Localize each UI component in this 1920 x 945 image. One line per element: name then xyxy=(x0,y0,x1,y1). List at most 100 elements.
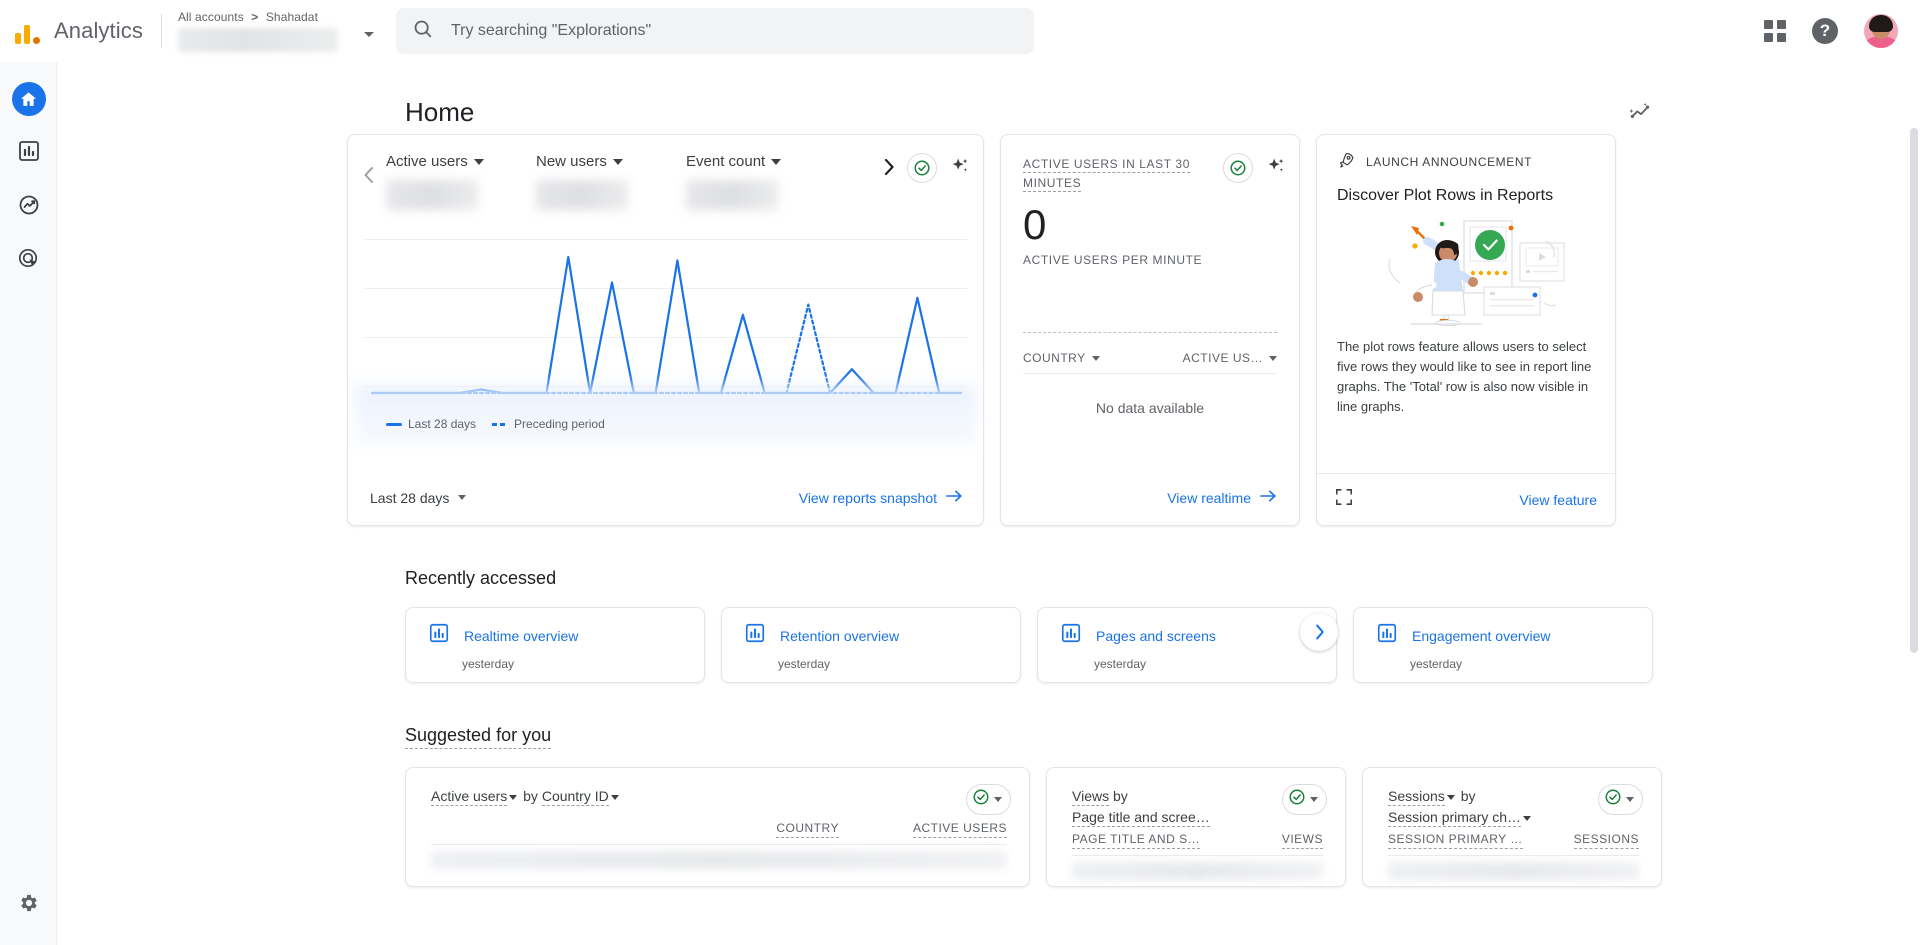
chevron-down-icon[interactable] xyxy=(612,158,623,165)
suggested-dimension[interactable]: Session primary ch… xyxy=(1388,809,1522,827)
list-item[interactable]: Retention overview yesterday xyxy=(721,607,1021,683)
metric-label-text: New users xyxy=(536,153,607,170)
announcement-footer: View feature xyxy=(1317,473,1615,525)
arrow-right-icon xyxy=(946,489,963,506)
list-item-label[interactable]: Engagement overview xyxy=(1412,628,1551,644)
suggested-by-text: by xyxy=(523,788,538,804)
apps-grid-icon[interactable] xyxy=(1764,19,1786,42)
suggested-by-text: by xyxy=(1112,788,1128,804)
chart-legend: Last 28 days Preceding period xyxy=(386,417,605,431)
link-label: View realtime xyxy=(1167,489,1251,506)
suggested-dimension[interactable]: Country ID xyxy=(541,788,609,806)
realtime-column-country[interactable]: COUNTRY xyxy=(1023,351,1100,365)
sparkle-icon[interactable] xyxy=(949,155,971,182)
column-header-page-title[interactable]: PAGE TITLE AND S… xyxy=(1072,832,1201,849)
breadcrumb-account-name[interactable]: Shahadat xyxy=(266,10,318,24)
legend-swatch-dashed xyxy=(492,422,509,426)
view-feature-link[interactable]: View feature xyxy=(1519,492,1597,508)
metrics-prev-button[interactable] xyxy=(352,153,386,197)
insights-sparkle-icon[interactable] xyxy=(1618,90,1662,134)
realtime-empty-state: No data available xyxy=(1095,400,1205,416)
chevron-down-icon[interactable] xyxy=(1626,797,1634,802)
vertical-scrollbar[interactable] xyxy=(1910,128,1918,653)
realtime-column-active-users[interactable]: ACTIVE US… xyxy=(1183,351,1277,365)
account-selector[interactable]: All accounts > Shahadat xyxy=(177,10,374,52)
suggested-metric[interactable]: Active users xyxy=(431,788,508,806)
column-header-views[interactable]: VIEWS xyxy=(1281,832,1323,849)
metrics-next-button[interactable] xyxy=(881,155,897,184)
suggested-card-menu[interactable] xyxy=(1282,784,1327,815)
column-header-active-users[interactable]: ACTIVE USERS xyxy=(912,821,1007,838)
chevron-down-icon[interactable] xyxy=(1523,815,1532,821)
sidebar-item-explore[interactable] xyxy=(0,183,57,231)
sidebar-item-advertising[interactable] xyxy=(0,237,57,285)
list-item-label[interactable]: Pages and screens xyxy=(1096,628,1216,644)
suggested-dimension[interactable]: Page title and scree… xyxy=(1072,809,1210,827)
realtime-sub-label: ACTIVE USERS PER MINUTE xyxy=(1023,253,1203,267)
chevron-down-icon[interactable] xyxy=(458,495,467,500)
search-bar[interactable] xyxy=(395,7,1034,54)
breadcrumb: All accounts > Shahadat xyxy=(178,10,368,24)
account-property-name-redacted xyxy=(177,27,338,52)
chevron-down-icon[interactable] xyxy=(1269,355,1277,361)
column-header-sessions[interactable]: SESSIONS xyxy=(1573,832,1639,849)
list-item-label[interactable]: Retention overview xyxy=(780,628,899,644)
suggested-card-active-users-by-country: Active users by Country ID COUNTRY ACTIV… xyxy=(405,767,1030,887)
suggested-card-menu[interactable] xyxy=(1598,784,1643,815)
realtime-metric-label[interactable]: ACTIVE USERS IN LAST 30 MINUTES xyxy=(1023,157,1190,192)
column-header-country[interactable]: COUNTRY xyxy=(776,821,839,838)
recently-accessed-next-button[interactable] xyxy=(1300,613,1338,651)
metric-active-users-label[interactable]: Active users xyxy=(386,153,484,170)
announcement-kicker-text: LAUNCH ANNOUNCEMENT xyxy=(1366,155,1533,169)
suggested-by-text: by xyxy=(1460,788,1476,804)
chevron-down-icon[interactable] xyxy=(473,158,484,165)
list-item[interactable]: Engagement overview yesterday xyxy=(1353,607,1653,683)
chevron-down-icon[interactable] xyxy=(1091,355,1100,361)
suggested-metric[interactable]: Views xyxy=(1072,788,1110,806)
breadcrumb-all-accounts[interactable]: All accounts xyxy=(178,10,244,24)
metric-new-users[interactable]: New users xyxy=(536,153,686,210)
sparkle-icon[interactable] xyxy=(1265,155,1287,182)
chevron-down-icon[interactable] xyxy=(509,794,518,800)
expand-icon[interactable] xyxy=(1335,488,1353,511)
chevron-down-icon[interactable] xyxy=(771,158,782,165)
chevron-down-icon[interactable] xyxy=(994,797,1002,802)
sidebar-item-home[interactable] xyxy=(0,75,57,123)
list-item[interactable]: Realtime overview yesterday xyxy=(405,607,705,683)
chevron-down-icon[interactable] xyxy=(1446,794,1455,800)
suggested-table-header: COUNTRY ACTIVE USERS xyxy=(431,821,1007,844)
metric-active-users[interactable]: Active users xyxy=(386,153,536,210)
view-realtime-link[interactable]: View realtime xyxy=(1167,489,1277,506)
sidebar-item-reports[interactable] xyxy=(0,129,57,177)
help-icon[interactable]: ? xyxy=(1812,17,1838,44)
chevron-down-icon[interactable] xyxy=(363,31,374,37)
avatar[interactable] xyxy=(1864,13,1898,48)
list-item[interactable]: Pages and screens yesterday xyxy=(1037,607,1337,683)
view-reports-snapshot-link[interactable]: View reports snapshot xyxy=(799,489,963,506)
check-circle-icon xyxy=(1288,788,1306,811)
metric-event-count[interactable]: Event count xyxy=(686,153,836,210)
report-icon xyxy=(1376,622,1398,649)
explore-trend-icon xyxy=(17,193,41,222)
chevron-down-icon[interactable] xyxy=(1310,797,1318,802)
suggested-metric[interactable]: Sessions xyxy=(1388,788,1445,806)
analytics-logo[interactable]: Analytics xyxy=(14,16,143,46)
check-circle-icon[interactable] xyxy=(1223,153,1253,183)
list-item-label[interactable]: Realtime overview xyxy=(464,628,578,644)
sidebar-item-admin[interactable] xyxy=(0,892,57,919)
top-bar-actions: ? xyxy=(1764,13,1898,48)
metric-new-users-label[interactable]: New users xyxy=(536,153,623,170)
metrics-card-footer: Last 28 days View reports snapshot xyxy=(348,469,983,525)
column-header-session-primary[interactable]: SESSION PRIMARY … xyxy=(1388,832,1523,849)
check-circle-icon[interactable] xyxy=(907,153,937,183)
realtime-card: ACTIVE USERS IN LAST 30 MINUTES 0 ACTIVE… xyxy=(1000,134,1300,526)
announcement-title: Discover Plot Rows in Reports xyxy=(1337,187,1554,204)
search-input[interactable] xyxy=(450,21,1018,40)
metric-event-count-label[interactable]: Event count xyxy=(686,153,782,170)
suggested-card-menu[interactable] xyxy=(966,784,1011,815)
metric-active-users-value-redacted xyxy=(386,180,478,210)
suggested-cards-row: Active users by Country ID COUNTRY ACTIV… xyxy=(57,767,1920,887)
suggested-card-views-by-page-title: Views by Page title and scree… PAGE TITL… xyxy=(1046,767,1346,887)
chevron-down-icon[interactable] xyxy=(610,794,619,800)
date-range-selector[interactable]: Last 28 days xyxy=(370,490,467,506)
